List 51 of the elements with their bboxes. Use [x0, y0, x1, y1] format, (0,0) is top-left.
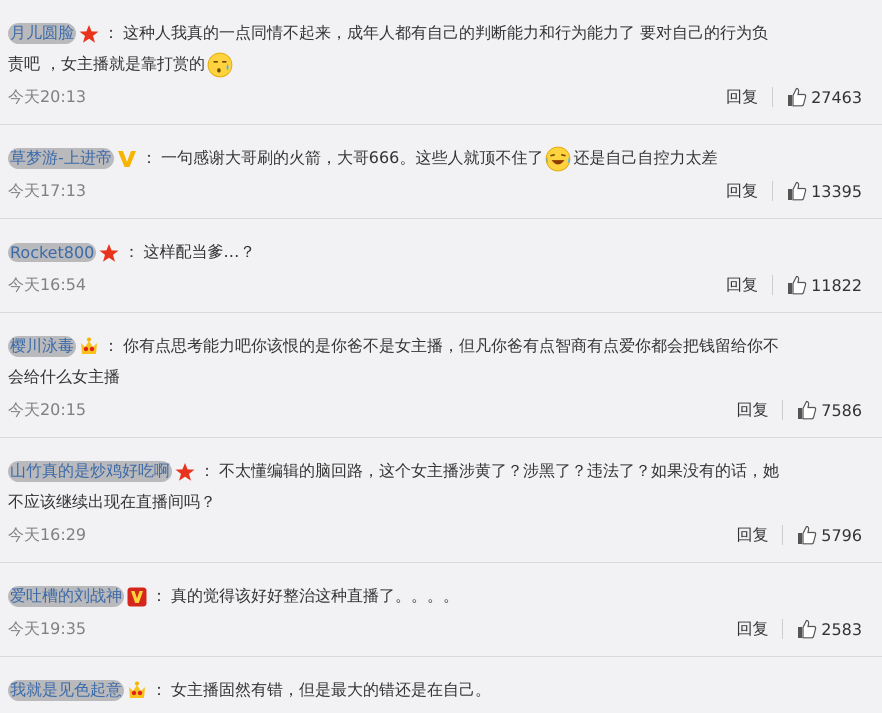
like-button[interactable]: 27463 [787, 87, 862, 107]
colon-separator: ： [103, 23, 119, 44]
thumbs-up-icon [787, 181, 808, 201]
thumbs-up-icon [797, 400, 818, 420]
comment-text: 这种人我真的一点同情不起来，成年人都有自己的判断能力和行为能力了 要对自己的行为负 [123, 23, 768, 44]
comment-text: 责吧 ，女主播就是靠打赏的 [8, 54, 206, 75]
comment-text: 会给什么女主播 [8, 367, 120, 388]
comment-time: 今天16:29 [8, 524, 86, 546]
colon-separator: ： [151, 586, 167, 607]
like-button[interactable]: 5796 [797, 525, 862, 545]
colon-separator: ： [199, 461, 215, 482]
thumbs-up-icon [787, 275, 808, 295]
reply-button[interactable]: 回复 [736, 400, 768, 420]
comment-text: 不应该继续出现在直播间吗？ [8, 492, 216, 513]
like-button[interactable]: 7586 [797, 400, 862, 420]
reply-button[interactable]: 回复 [736, 524, 768, 546]
comment-text: 不太懂编辑的脑回路，这个女主播涉黄了？涉黑了？违法了？如果没有的话，她 [219, 461, 779, 482]
crown-icon [127, 680, 147, 700]
comment-time: 今天17:13 [8, 180, 86, 202]
colon-separator: ： [103, 336, 119, 357]
colon-separator: ： [140, 148, 157, 169]
comment-text: 一句感谢大哥刷的火箭，大哥666。这些人就顶不住了 [160, 148, 544, 169]
comment-text: 还是自己自控力太差 [573, 148, 718, 169]
comment-time: 今天16:54 [8, 274, 86, 296]
like-button[interactable]: 11822 [787, 275, 862, 295]
reply-button[interactable]: 回复 [726, 86, 758, 108]
v-badge-icon [116, 148, 137, 168]
reply-button[interactable]: 回复 [726, 274, 758, 296]
comment-time: 今天20:13 [8, 86, 86, 108]
like-button[interactable]: 2583 [797, 619, 862, 639]
comment-text: 这样配当爹…？ [143, 242, 256, 263]
comment-text: 真的觉得该好好整治这种直播了。。。。 [171, 586, 459, 607]
thumbs-up-icon [797, 619, 818, 639]
comment-time: 今天20:15 [8, 400, 86, 420]
star-icon [175, 462, 195, 482]
laughing-face-emoji-icon [545, 146, 572, 172]
thumbs-up-icon [797, 525, 818, 545]
crown-icon [79, 336, 99, 356]
colon-separator: ： [151, 680, 167, 701]
comment-text: 女主播固然有错，但是最大的错还是在自己。 [171, 680, 491, 701]
star-icon [99, 242, 120, 262]
comment-text: 你有点思考能力吧你该恨的是你爸不是女主播，但凡你爸有点智商有点爱你都会把钱留给你不 [123, 336, 779, 357]
sweat-face-emoji-icon [207, 52, 234, 78]
reply-button[interactable]: 回复 [736, 618, 768, 640]
thumbs-up-icon [787, 87, 808, 107]
colon-separator: ： [123, 242, 140, 263]
like-button[interactable]: 13395 [787, 181, 862, 201]
v-badge-icon [127, 586, 147, 606]
reply-button[interactable]: 回复 [726, 180, 758, 202]
star-icon [79, 24, 99, 44]
comment-time: 今天19:35 [8, 618, 86, 640]
